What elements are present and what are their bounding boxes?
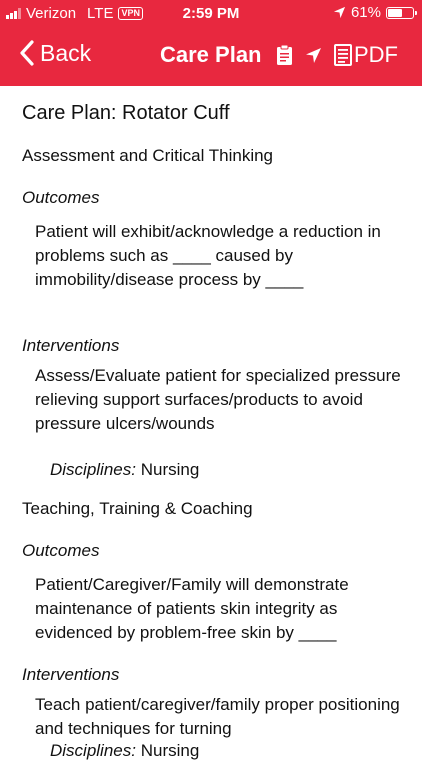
disciplines-line: Disciplines: Nursing	[50, 460, 199, 480]
document-title: Care Plan: Rotator Cuff	[22, 102, 230, 124]
disciplines-label: Disciplines:	[50, 741, 136, 760]
status-bar: Verizon LTE VPN 2:59 PM 61%	[0, 0, 422, 28]
outcome-text: Patient will exhibit/acknowledge a reduc…	[35, 222, 381, 289]
chevron-left-icon	[20, 40, 34, 66]
battery-percent: 61%	[350, 4, 381, 21]
back-label: Back	[40, 39, 92, 66]
disciplines-value: Nursing	[140, 460, 200, 479]
page-title: Care Plan	[160, 42, 262, 67]
clipboard-icon[interactable]	[276, 44, 293, 66]
section-heading: Assessment and Critical Thinking	[22, 146, 274, 165]
intervention-text: Assess/Evaluate patient for specialized …	[35, 366, 401, 433]
intervention-text: Teach patient/caregiver/family proper po…	[35, 695, 400, 738]
outcomes-label: Outcomes	[22, 541, 100, 560]
section-heading: Teaching, Training & Coaching	[22, 499, 253, 518]
interventions-label: Interventions	[22, 665, 120, 684]
disciplines-value: Nursing	[140, 741, 200, 760]
outcomes-label: Outcomes	[22, 188, 100, 207]
disciplines-line: Disciplines: Nursing	[50, 741, 199, 761]
interventions-label: Interventions	[22, 336, 120, 355]
header-bar: Verizon LTE VPN 2:59 PM 61% Back Care Pl…	[0, 0, 422, 86]
disciplines-label: Disciplines:	[50, 460, 136, 479]
back-button[interactable]: Back	[18, 39, 91, 67]
pdf-button[interactable]: PDF	[334, 42, 398, 68]
outcome-text: Patient/Caregiver/Family will demonstrat…	[35, 575, 349, 642]
pdf-label: PDF	[354, 42, 398, 67]
document-icon	[334, 44, 352, 66]
location-arrow-icon	[333, 6, 346, 19]
send-arrow-icon[interactable]	[305, 47, 322, 64]
navigation-bar: Back Care Plan PDF	[0, 28, 422, 86]
battery-icon	[386, 6, 417, 19]
